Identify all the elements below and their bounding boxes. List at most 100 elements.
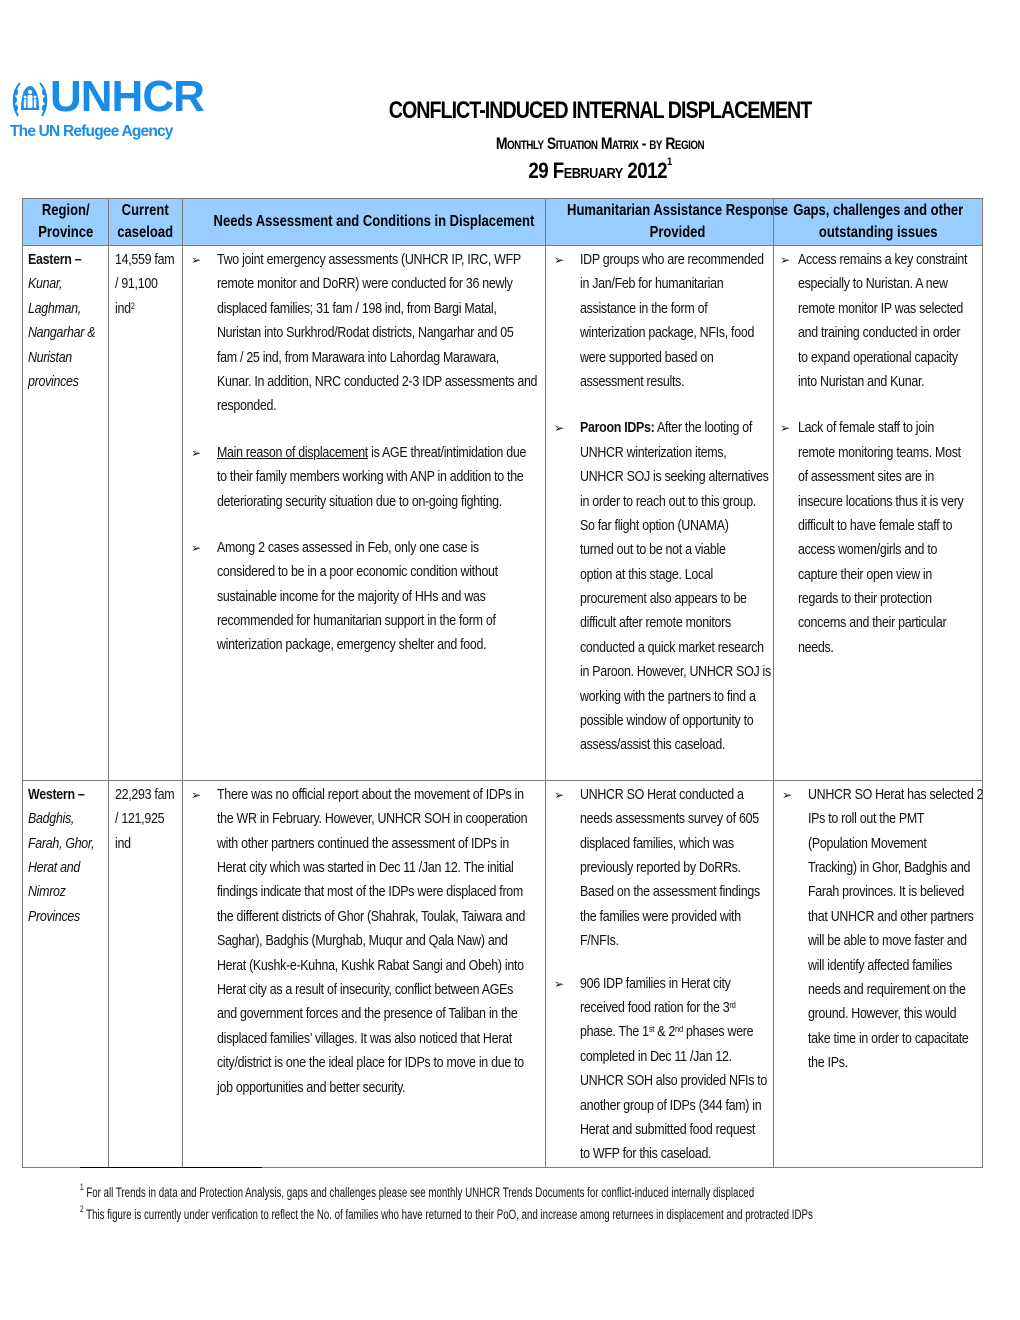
response-bullet: ➢ 906 IDP families in Herat city receive… bbox=[552, 972, 773, 1167]
province: Badghis, bbox=[28, 811, 75, 828]
text-line: Nuristan into Surkhrod/Rodat districts, … bbox=[217, 325, 514, 342]
text-line: UNHCR SO Herat has selected 2 bbox=[808, 786, 984, 803]
caseload-families: 14,559 fam bbox=[115, 252, 175, 268]
text-line: IDP groups who are recommended bbox=[580, 252, 764, 268]
text-line: to WFP for this caseload. bbox=[580, 1146, 712, 1163]
response-cell: ➢ UNHCR SO Herat conducted a needs assess… bbox=[545, 779, 774, 1168]
bullet-text: Main reason of displacement is AGE threa… bbox=[217, 441, 545, 514]
text-line: remote monitor IP was selected bbox=[798, 300, 964, 317]
text-line: (Population Movement bbox=[808, 835, 927, 852]
bullet-text: UNHCR SO Herat conducted a needs assessme… bbox=[580, 783, 773, 954]
text-line: access women/girls and to bbox=[798, 542, 938, 559]
bullet-text: IDP groups who are recommended in Jan/Feb… bbox=[580, 248, 773, 394]
needs-cell: ➢ There was no official report about the… bbox=[182, 779, 546, 1168]
text-line: and training conducted in order bbox=[798, 325, 961, 342]
text-line: needs and requirement on the bbox=[808, 981, 966, 998]
footnote-1: 1 For all Trends in data and Protection … bbox=[80, 1182, 754, 1200]
needs-bullet: ➢ Main reason of displacement is AGE thr… bbox=[189, 441, 545, 514]
text-line: and government forces and the presence o… bbox=[217, 1006, 518, 1023]
text-line: of assessment sites are in bbox=[798, 469, 935, 486]
text-line: UNHCR SOH also provided NFIs to bbox=[580, 1073, 768, 1090]
text-line: remote monitoring teams. Most bbox=[798, 444, 961, 461]
region-name: Eastern – bbox=[28, 252, 82, 268]
text-line: Saghar), Badghis (Murghab, Muqur and Qal… bbox=[217, 933, 508, 950]
text: received food ration for the 3 bbox=[580, 999, 730, 1016]
footnote-text: This figure is currently under verificat… bbox=[86, 1207, 813, 1222]
gaps-bullet: ➢ Access remains a key constraint especia… bbox=[780, 248, 982, 394]
text-line: IPs to roll out the PMT bbox=[808, 811, 925, 828]
text-line: in Paroon. However, UNHCR SOJ is bbox=[580, 664, 771, 681]
text-line: So far flight option (UNAMA) bbox=[580, 517, 729, 534]
bullet-text: 906 IDP families in Herat city received … bbox=[580, 972, 773, 1167]
text-line: turned out to be not a viable bbox=[580, 542, 726, 559]
continued-lines: completed in Dec 11 /Jan 12. UNHCR SOH al… bbox=[580, 1045, 773, 1167]
table-header-row: Region/Province Current caseload Needs As… bbox=[22, 198, 983, 246]
footnote-separator bbox=[80, 1167, 262, 1168]
situation-matrix-table: Region/Province Current caseload Needs As… bbox=[22, 198, 984, 1168]
arrow-bullet-icon: ➢ bbox=[554, 253, 564, 267]
unhcr-logo: UNHCR The UN Refugee Agency bbox=[10, 72, 205, 148]
caseload-individuals: / 91,100 bbox=[115, 276, 158, 293]
caseload-cell: 14,559 fam / 91,100 ind2 bbox=[108, 245, 183, 781]
bullet-text: Paroon IDPs: After the looting of UNHCR … bbox=[580, 416, 773, 757]
header-response: Humanitarian Assistance Response Provided bbox=[545, 198, 788, 246]
logo-wordmark: UNHCR bbox=[50, 72, 205, 121]
arrow-bullet-icon: ➢ bbox=[554, 421, 564, 436]
text-line: F/NFIs. bbox=[580, 933, 619, 950]
bullet-text: Access remains a key constraint especiall… bbox=[798, 248, 982, 394]
text-line: winterization package, emergency shelter… bbox=[217, 637, 487, 654]
needs-bullet: ➢ There was no official report about the… bbox=[189, 783, 545, 1100]
text-line: take time in order to capacitate bbox=[808, 1030, 969, 1047]
caseload-individuals: / 121,925 bbox=[115, 811, 165, 828]
footnote-ref: 1 bbox=[666, 156, 672, 168]
response-bullet: ➢ Paroon IDPs: After the looting of UNHC… bbox=[552, 416, 773, 757]
text-line: possible window of opportunity to bbox=[580, 713, 754, 730]
text-line: Farah provinces. It is believed bbox=[808, 884, 965, 901]
footnote-number: 1 bbox=[80, 1182, 84, 1192]
footnote-number: 2 bbox=[80, 1204, 84, 1214]
arrow-bullet-icon: ➢ bbox=[554, 787, 564, 802]
text-line: the different districts of Ghor (Shahrak… bbox=[217, 908, 526, 925]
underlined-lead: Main reason of displacement bbox=[217, 444, 368, 461]
text-line: completed in Dec 11 /Jan 12. bbox=[580, 1048, 732, 1065]
table-row-eastern: Eastern – Kunar, Laghman, Nangarhar & Nu… bbox=[22, 245, 983, 781]
text-line: working with the partners to find a bbox=[580, 688, 756, 705]
text-line: procurement also appears to be bbox=[580, 591, 747, 608]
gaps-bullet: ➢ UNHCR SO Herat has selected 2 IPs to ro… bbox=[780, 783, 984, 1076]
text-line: into Nuristan and Kunar. bbox=[798, 373, 925, 390]
text-line: displaced families’ villages. It was als… bbox=[217, 1030, 512, 1047]
caseload-cell: 22,293 fam / 121,925 ind bbox=[108, 779, 183, 1168]
ordinal-suffix: st bbox=[648, 1024, 655, 1035]
header-text: Gaps, challenges and other bbox=[792, 202, 964, 219]
header-text: outstanding issues bbox=[818, 224, 938, 241]
needs-bullet: ➢ Two joint emergency assessments (UNHCR… bbox=[189, 248, 545, 419]
text-line: ground. However, this would bbox=[808, 1006, 957, 1023]
text-line: UNHCR SOJ is seeking alternatives bbox=[580, 469, 769, 486]
caseload-unit: ind2 bbox=[115, 297, 171, 321]
bullet-text: Among 2 cases assessed in Feb, only one … bbox=[217, 536, 545, 658]
text-line: Access remains a key constraint bbox=[798, 252, 968, 268]
text-line: the families were provided with bbox=[580, 908, 741, 925]
header-region: Region/Province bbox=[22, 198, 109, 246]
table-row-western: Western – Badghis, Farah, Ghor, Herat an… bbox=[22, 779, 984, 1168]
text-line: previously reported by DoRRs. bbox=[580, 859, 741, 876]
text-line: Among 2 cases assessed in Feb, only one … bbox=[217, 539, 479, 556]
text-line: recommended for humanitarian support in … bbox=[217, 613, 496, 630]
text-line: needs assessments survey of 605 bbox=[580, 811, 759, 828]
province: Farah, Ghor, bbox=[28, 835, 95, 852]
text-line: the IPs. bbox=[808, 1055, 848, 1072]
document-subtitle: Monthly Situation Matrix - by Region bbox=[495, 134, 705, 153]
header-text: Humanitarian Assistance Response bbox=[567, 202, 788, 219]
text: 906 IDP families in Herat city bbox=[580, 975, 731, 992]
text-line: in order to reach out to this group. bbox=[580, 493, 756, 510]
text-line: Herat and submitted food request bbox=[580, 1121, 756, 1138]
header-gaps: Gaps, challenges and other outstanding is… bbox=[773, 198, 983, 246]
text-line: displaced families; 31 fam / 198 ind, fr… bbox=[217, 300, 497, 317]
text-line: insecure locations thus it is very bbox=[798, 493, 964, 510]
province: Herat and bbox=[28, 859, 80, 876]
bullet-text: Two joint emergency assessments (UNHCR I… bbox=[217, 248, 545, 419]
arrow-bullet-icon: ➢ bbox=[780, 421, 790, 436]
region-name: Western – bbox=[28, 786, 85, 803]
text-line: Two joint emergency assessments (UNHCR I… bbox=[217, 252, 521, 268]
gaps-bullet: ➢ Lack of female staff to join remote mon… bbox=[780, 416, 982, 660]
